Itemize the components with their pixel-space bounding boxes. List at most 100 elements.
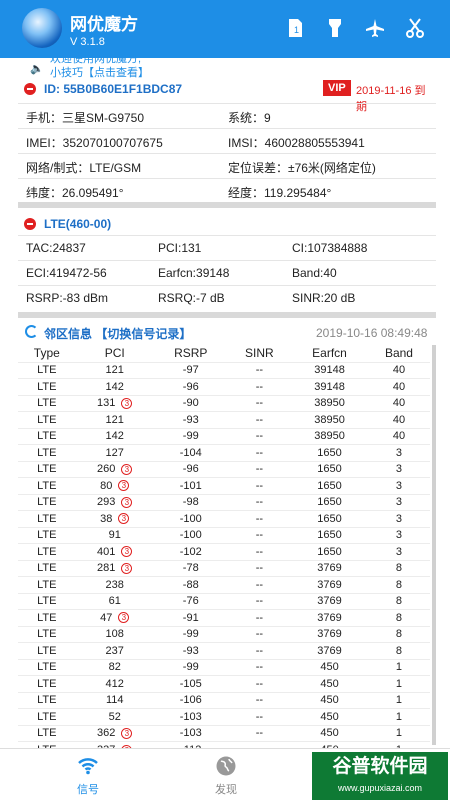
cell-rsrp: -99: [153, 625, 228, 643]
sim-card-icon[interactable]: 1: [284, 18, 306, 40]
device-id-row: ID: 55B0B60E1F1BDC87 VIP 2019-11-16 到期: [18, 80, 436, 113]
cell-pci: 114: [75, 691, 154, 709]
tac-value: TAC:24837: [26, 241, 86, 255]
cell-sinr: --: [227, 378, 292, 395]
flashlight-icon[interactable]: [324, 18, 346, 40]
cell-type: LTE: [18, 543, 76, 560]
cell-pci: 131 3: [75, 394, 154, 412]
minus-circle-icon: [24, 218, 36, 230]
cell-pci: 38 3: [75, 510, 154, 527]
table-row: LTE 127 -104 -- 1650 3: [18, 444, 430, 461]
refresh-icon[interactable]: [25, 325, 38, 338]
cell-earfcn: 1650: [291, 510, 368, 527]
table-row: LTE 260 3 -96 -- 1650 3: [18, 460, 430, 478]
table-row: LTE 142 -99 -- 38950 40: [18, 427, 430, 445]
cell-sinr: --: [227, 609, 292, 626]
neighbor-timestamp: 2019-10-16 08:49:48: [316, 326, 428, 340]
cell-pci: 142: [75, 378, 154, 395]
cell-rsrp: -99: [153, 427, 228, 445]
handover-badge: 3: [121, 546, 133, 558]
cell-rsrp: -97: [153, 361, 228, 379]
notice-text: 欢迎使用网优魔方, 小技巧【点击查看】: [50, 58, 149, 79]
cell-sinr: --: [227, 543, 292, 560]
sinr-value: SINR:20 dB: [292, 291, 356, 305]
cell-earfcn: 1650: [291, 493, 368, 511]
cell-earfcn: 1650: [291, 444, 368, 461]
cell-sinr: --: [227, 724, 292, 742]
cell-pci: 91: [75, 526, 154, 544]
rsrp-value: RSRP:-83 dBm: [26, 291, 109, 305]
cell-rsrp: -93: [153, 642, 228, 659]
cell-pci: 293 3: [75, 493, 154, 511]
nav-item-discover[interactable]: 发现: [196, 755, 256, 797]
cell-earfcn: 3769: [291, 576, 368, 593]
cell-band: 8: [367, 625, 430, 643]
cell-rsrp: -96: [153, 378, 228, 395]
cell-band: 40: [367, 394, 430, 412]
cell-rsrp: -78: [153, 559, 228, 577]
cell-band: 1: [367, 675, 430, 692]
cell-sinr: --: [227, 427, 292, 445]
cell-pci: 281 3: [75, 559, 154, 577]
cell-sinr: --: [227, 411, 292, 428]
cell-type: LTE: [18, 658, 76, 676]
neighbor-table: Type PCI RSRP SINR Earfcn Band LTE 121 -97…: [18, 345, 430, 758]
col-header: PCI: [104, 346, 125, 361]
table-row: LTE 131 3 -90 -- 38950 40: [18, 394, 430, 412]
cell-sinr: --: [227, 444, 292, 461]
cell-band: 8: [367, 559, 430, 577]
table-row: LTE 293 3 -98 -- 1650 3: [18, 493, 430, 511]
section-divider: [18, 312, 436, 318]
scissors-icon[interactable]: [404, 18, 426, 40]
cell-rsrp: -104: [153, 444, 228, 461]
cell-earfcn: 1650: [291, 543, 368, 560]
table-row: LTE 52 -103 -- 450 1: [18, 708, 430, 725]
watermark: 谷普软件园 www.gupuxiazai.com: [312, 752, 448, 800]
cell-sinr: --: [227, 460, 292, 478]
cell-type: LTE: [18, 378, 76, 395]
lte-section-title: LTE(460-00): [44, 217, 112, 231]
cell-band: 3: [367, 477, 430, 494]
cell-band: 8: [367, 592, 430, 610]
cell-type: LTE: [18, 609, 76, 626]
cell-band: 3: [367, 543, 430, 560]
cell-rsrp: -76: [153, 592, 228, 610]
cell-pci: 127: [75, 444, 154, 461]
table-row: LTE 412 -105 -- 450 1: [18, 675, 430, 692]
cell-type: LTE: [18, 675, 76, 692]
nav-item-signal[interactable]: 信号: [58, 755, 118, 797]
table-row: LTE 61 -76 -- 3769 8: [18, 592, 430, 610]
notice-bar[interactable]: 🔈 欢迎使用网优魔方, 小技巧【点击查看】: [0, 58, 450, 80]
cell-rsrp: -103: [153, 724, 228, 742]
cell-sinr: --: [227, 361, 292, 379]
table-scrollbar[interactable]: [432, 345, 436, 745]
cell-rsrp: -91: [153, 609, 228, 626]
table-row: LTE 114 -106 -- 450 1: [18, 691, 430, 709]
airplane-icon[interactable]: [364, 18, 386, 40]
cell-type: LTE: [18, 444, 76, 461]
app-header: 网优魔方 V 3.1.8 1: [0, 0, 450, 58]
cell-rsrp: -100: [153, 526, 228, 544]
latitude-value: 纬度：26.095491°: [26, 186, 124, 200]
cell-sinr: --: [227, 625, 292, 643]
vip-badge: VIP: [323, 80, 351, 96]
rsrq-value: RSRQ:-7 dB: [158, 291, 225, 305]
cell-rsrp: -100: [153, 510, 228, 527]
cell-earfcn: 38950: [291, 394, 368, 412]
cell-earfcn: 450: [291, 724, 368, 742]
cell-pci: 47 3: [75, 609, 154, 626]
imsi-value: IMSI：460028805553941: [228, 136, 365, 150]
cell-earfcn: 450: [291, 675, 368, 692]
nav-label-signal: 信号: [77, 784, 99, 796]
col-header: RSRP: [174, 346, 208, 361]
cell-pci: 260 3: [75, 460, 154, 478]
cell-sinr: --: [227, 394, 292, 412]
cell-rsrp: -102: [153, 543, 228, 560]
cell-type: LTE: [18, 576, 76, 593]
neighbor-section-title[interactable]: 邻区信息 【切换信号记录】: [44, 325, 191, 342]
cell-type: LTE: [18, 724, 76, 742]
table-row: LTE 80 3 -101 -- 1650 3: [18, 477, 430, 494]
handover-badge: 3: [121, 727, 133, 739]
cell-pci: 121: [75, 361, 154, 379]
cell-type: LTE: [18, 361, 76, 379]
